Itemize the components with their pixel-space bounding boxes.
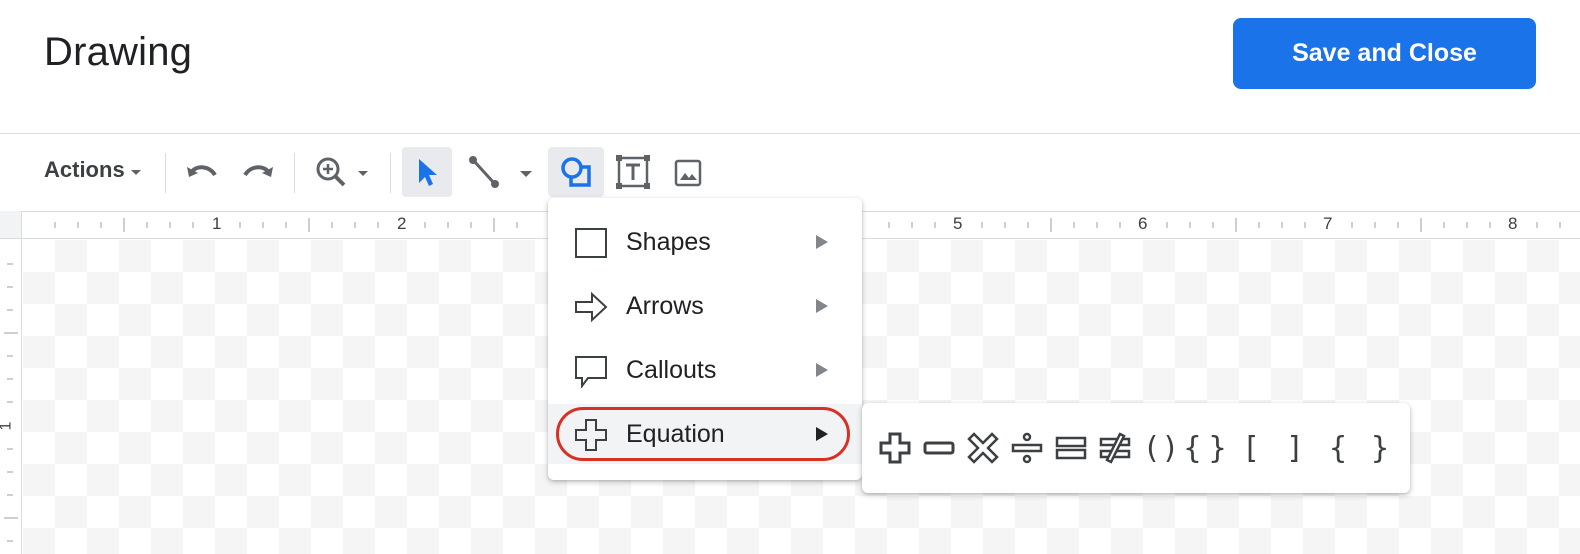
image-icon[interactable] [668, 153, 708, 193]
actions-menu-button[interactable]: Actions [44, 157, 141, 183]
menu-item-callouts[interactable]: Callouts [548, 340, 862, 400]
dialog-title: Drawing [44, 30, 193, 74]
divide-icon[interactable] [1008, 429, 1046, 467]
equal-icon[interactable] [1052, 429, 1090, 467]
plus-outline-icon [574, 418, 608, 452]
shape-icon [548, 147, 604, 197]
menu-item-label: Shapes [626, 227, 711, 256]
menu-item-label: Equation [626, 419, 725, 448]
not-equal-icon[interactable] [1096, 429, 1134, 467]
equation-submenu: () {} [ ] { } [862, 403, 1410, 493]
redo-icon[interactable] [238, 155, 278, 191]
ruler-number: 7 [1323, 214, 1333, 233]
menu-item-label: Arrows [626, 291, 704, 320]
ruler-number: 1 [0, 422, 15, 431]
ruler-ticks [4, 263, 18, 542]
select-arrow-icon [402, 147, 452, 197]
right-brace-icon[interactable]: } [1364, 429, 1402, 467]
submenu-arrow-icon [816, 235, 828, 249]
left-bracket-icon[interactable]: [ [1236, 429, 1274, 467]
toolbar-divider [165, 153, 166, 193]
ruler-corner [0, 211, 22, 239]
actions-label: Actions [44, 157, 125, 182]
plus-icon[interactable] [876, 429, 914, 467]
undo-icon[interactable] [182, 155, 222, 191]
ruler-number: 6 [1138, 214, 1148, 233]
multiply-icon[interactable] [964, 429, 1002, 467]
dialog-header: Drawing Save and Close [0, 0, 1580, 134]
line-tool-button[interactable] [462, 153, 542, 193]
text-box-icon[interactable] [612, 151, 654, 193]
left-brace-icon[interactable]: { [1322, 429, 1360, 467]
menu-item-arrows[interactable]: Arrows [548, 276, 862, 336]
parentheses-icon[interactable]: () [1142, 429, 1186, 467]
toolbar-divider [390, 153, 391, 193]
zoom-icon[interactable] [312, 153, 372, 193]
shape-menu: Shapes Arrows Callouts Equation [548, 198, 862, 480]
square-outline-icon [574, 226, 608, 260]
ruler-number: 5 [953, 214, 963, 233]
menu-item-label: Callouts [626, 355, 717, 384]
ruler-number: 1 [212, 214, 222, 233]
chevron-down-icon [130, 169, 141, 175]
right-bracket-icon[interactable]: ] [1278, 429, 1316, 467]
save-and-close-button[interactable]: Save and Close [1233, 18, 1536, 89]
callout-outline-icon [574, 354, 608, 388]
arrow-outline-icon [574, 290, 608, 324]
vertical-ruler: 1 [0, 239, 22, 554]
drawing-dialog: Drawing Save and Close Actions 1 2 5 6 7… [0, 0, 1580, 554]
ruler-number: 2 [397, 214, 407, 233]
minus-icon[interactable] [920, 429, 958, 467]
submenu-arrow-icon [816, 299, 828, 313]
menu-item-equation[interactable]: Equation [548, 404, 862, 464]
toolbar-divider [294, 153, 295, 193]
ruler-number: 8 [1508, 214, 1518, 233]
submenu-arrow-icon [816, 427, 828, 441]
braces-icon[interactable]: {} [1183, 429, 1230, 467]
submenu-arrow-icon [816, 363, 828, 377]
menu-item-shapes[interactable]: Shapes [548, 212, 862, 272]
